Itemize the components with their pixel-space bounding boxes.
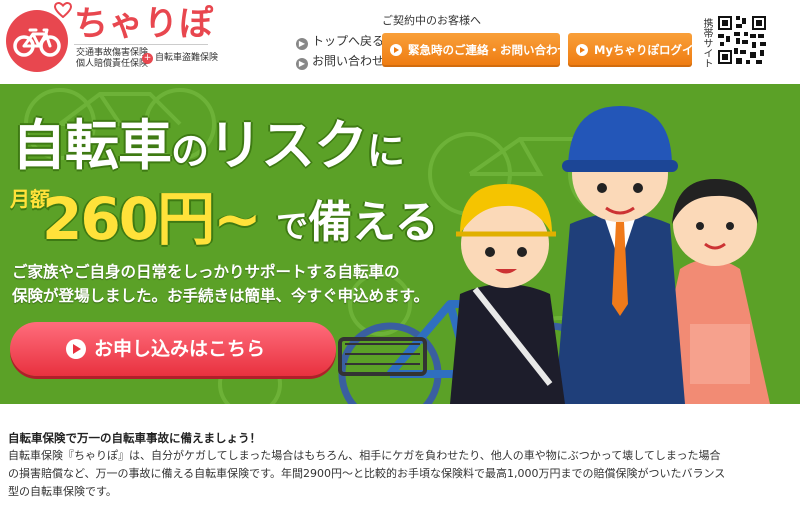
man-illustration (555, 106, 685, 404)
brand-badge-label: 自転車盗難保険 (155, 53, 219, 63)
intro-body-line-2: の損害賠償など、万一の事故に備える自転車保険です。年間2900円～と比較的お手頃… (8, 467, 726, 480)
brand-subtitle-line-2: 個人賠償責任保険 (76, 59, 149, 69)
play-circle-icon (390, 44, 402, 56)
qr-code-icon[interactable] (716, 14, 768, 66)
brand-name[interactable]: ちゃりぽ (74, 2, 214, 46)
hero-title-part-1: 自転車 (12, 114, 172, 177)
login-label: Myちゃりぽログイン (594, 43, 705, 57)
hero-banner: 自転車のリスクに 月額 260円~ で備える ご家族やご自身の日常をしっかりサポ… (0, 84, 800, 404)
apply-button-label: お申し込みはこちら (94, 338, 266, 360)
mobile-site-label: 携帯サイト (701, 18, 712, 68)
site-header: ちゃりぽ 交通事故傷害保険 個人賠償責任保険 + 自転車盗難保険 ▶ トップへ戻る … (0, 0, 800, 84)
brand-subtitle: 交通事故傷害保険 個人賠償責任保険 (76, 48, 148, 70)
price-prefix: 月額 (10, 187, 50, 211)
apply-button[interactable]: お申し込みはこちら (10, 322, 336, 376)
brand-badge: + 自転車盗難保険 (142, 53, 218, 64)
play-circle-icon (66, 339, 86, 359)
circle-arrow-right-icon: ▶ (296, 58, 308, 70)
nav-top-link[interactable]: ▶ トップへ戻る (296, 33, 384, 50)
play-circle-icon (576, 44, 588, 56)
price-amount: 260円~ (42, 185, 262, 253)
my-chaipo-login-button[interactable]: Myちゃりぽログイン (568, 33, 705, 67)
brand-divider (74, 44, 208, 45)
circle-arrow-right-icon: ▶ (296, 38, 308, 50)
intro-heading: 自転車保険で万一の自転車事故に備えましょう！ (8, 431, 261, 445)
hero-title-part-2: の (171, 129, 209, 173)
logo-bicycle-heart-icon[interactable] (6, 10, 68, 72)
intro-section: 自転車保険で万一の自転車事故に備えましょう！ 自転車保険『ちゃりぽ』は、自分がケ… (8, 430, 792, 501)
boy-illustration (450, 184, 565, 404)
emergency-contact-button[interactable]: 緊急時のご連絡・お問い合わせ (382, 33, 569, 67)
family-bicycle-illustration (338, 106, 770, 404)
plus-icon: + (142, 53, 153, 64)
customer-label: ご契約中のお客様へ (382, 14, 481, 27)
nav-top-label: トップへ戻る (312, 34, 385, 48)
brand-subtitle-line-1: 交通事故傷害保険 (76, 48, 149, 58)
heart-icon (54, 2, 72, 18)
intro-body-line-1: 自転車保険『ちゃりぽ』は、自分がケガしてしまった場合はもちろん、相手にケガを負わ… (8, 449, 721, 462)
intro-body-line-3: 型の自転車保険です。 (8, 485, 117, 498)
intro-body: 自転車保険『ちゃりぽ』は、自分がケガしてしまった場合はもちろん、相手にケガを負わ… (8, 447, 792, 501)
emergency-contact-label: 緊急時のご連絡・お問い合わせ (408, 43, 569, 57)
nav-contact-label: お問い合わせ (312, 54, 385, 68)
nav-contact-link[interactable]: ▶ お問い合わせ (296, 53, 384, 70)
